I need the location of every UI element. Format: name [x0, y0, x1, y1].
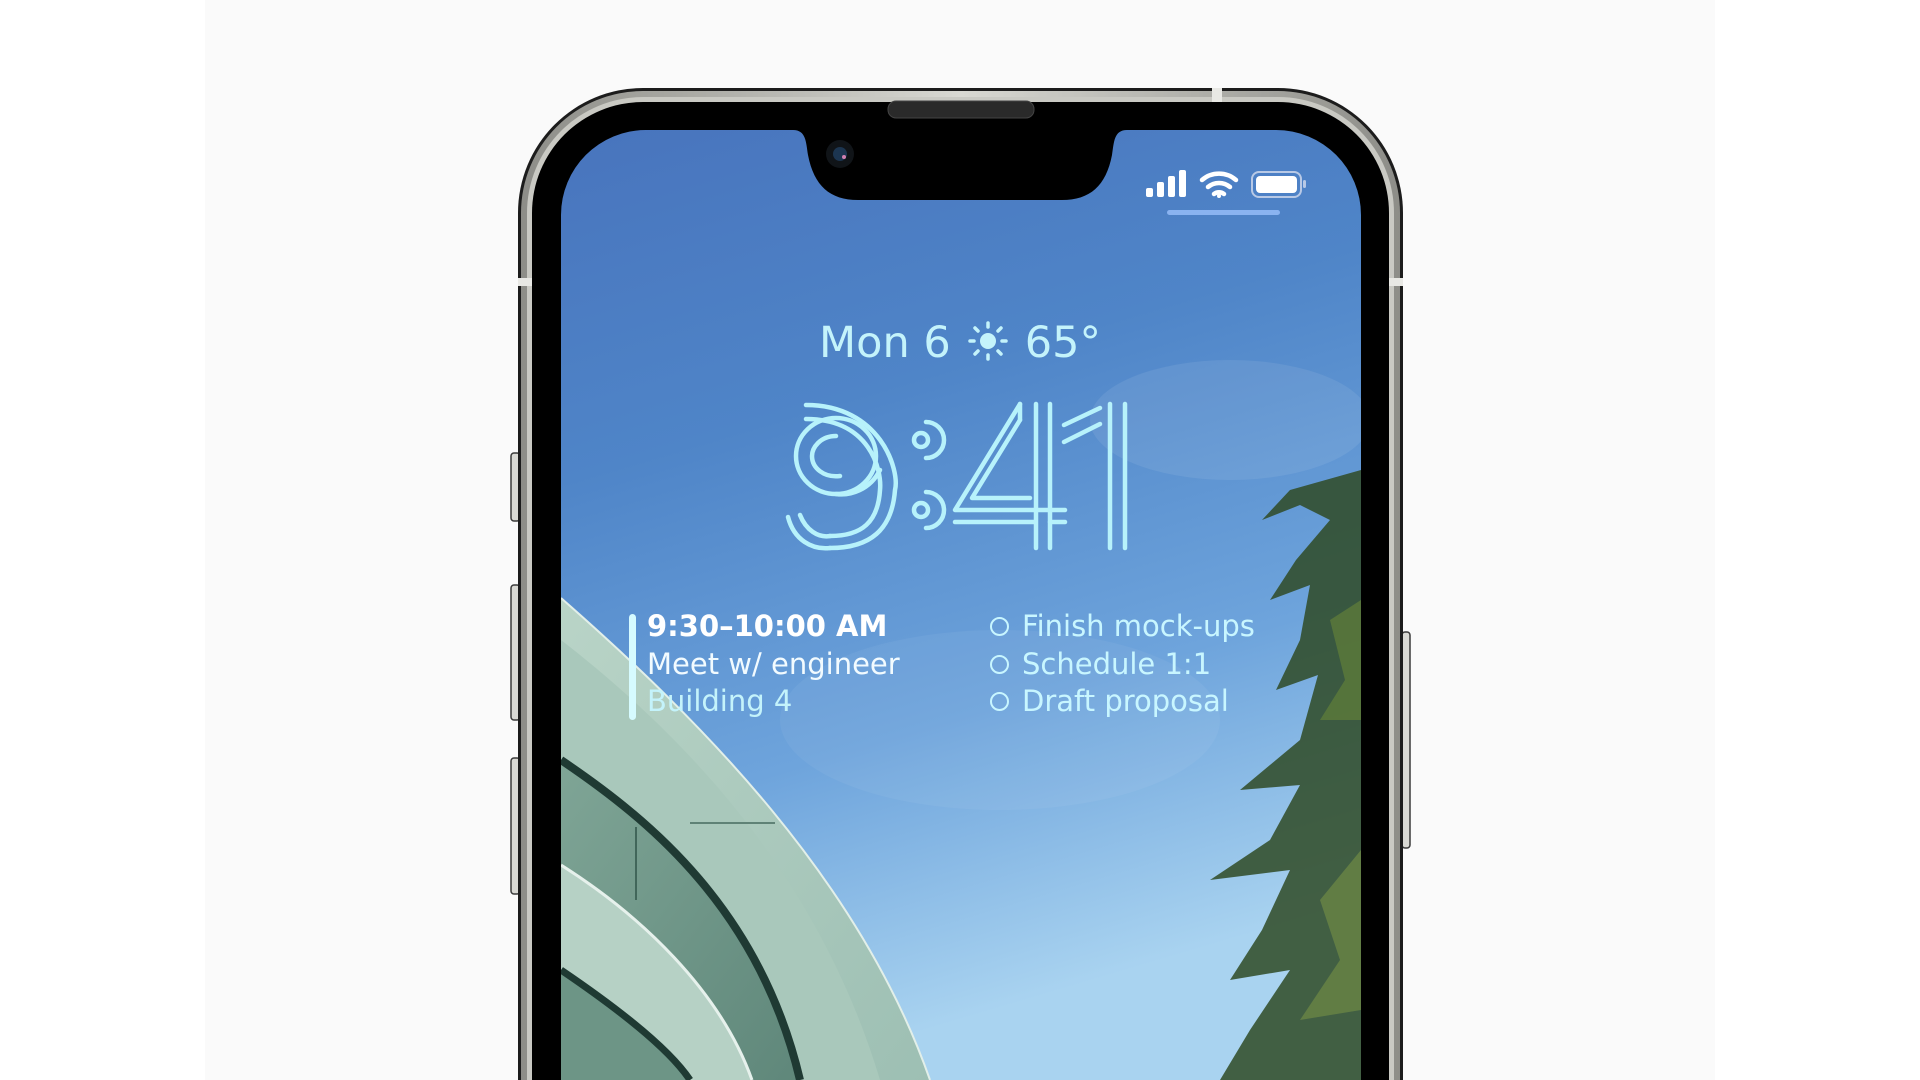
reminders-widget[interactable]: Finish mock-ups Schedule 1:1 Draft propo…: [990, 608, 1255, 721]
date-label: Mon 6: [819, 318, 951, 368]
lock-screen-wallpaper: [561, 130, 1361, 1080]
reminder-label: Schedule 1:1: [1022, 646, 1212, 681]
reminder-item[interactable]: Finish mock-ups: [990, 608, 1255, 646]
page-indicator: [1167, 210, 1280, 215]
event-title: Meet w/ engineer: [647, 646, 900, 681]
speaker-grille: [887, 100, 1035, 119]
reminder-item[interactable]: Draft proposal: [990, 683, 1255, 721]
checkbox-circle-icon[interactable]: [990, 617, 1009, 637]
reminder-label: Finish mock-ups: [1022, 609, 1255, 643]
sun-icon: [965, 321, 1011, 361]
reminder-item[interactable]: Schedule 1:1: [990, 646, 1255, 684]
checkbox-circle-icon[interactable]: [990, 654, 1009, 674]
temperature-label: 65°: [1024, 318, 1101, 368]
event-location: Building 4: [647, 684, 793, 718]
calendar-widget[interactable]: 9:30–10:00 AM Meet w/ engineer Building …: [647, 608, 900, 721]
calendar-accent-bar: [629, 614, 636, 720]
date-weather-line[interactable]: Mon 6 65°: [0, 318, 1920, 368]
reminder-label: Draft proposal: [1022, 684, 1229, 718]
event-time: 9:30–10:00 AM: [647, 609, 888, 643]
side-power-button: [1401, 631, 1411, 849]
checkbox-circle-icon[interactable]: [990, 692, 1009, 712]
phone-illustration: [510, 88, 1411, 1080]
